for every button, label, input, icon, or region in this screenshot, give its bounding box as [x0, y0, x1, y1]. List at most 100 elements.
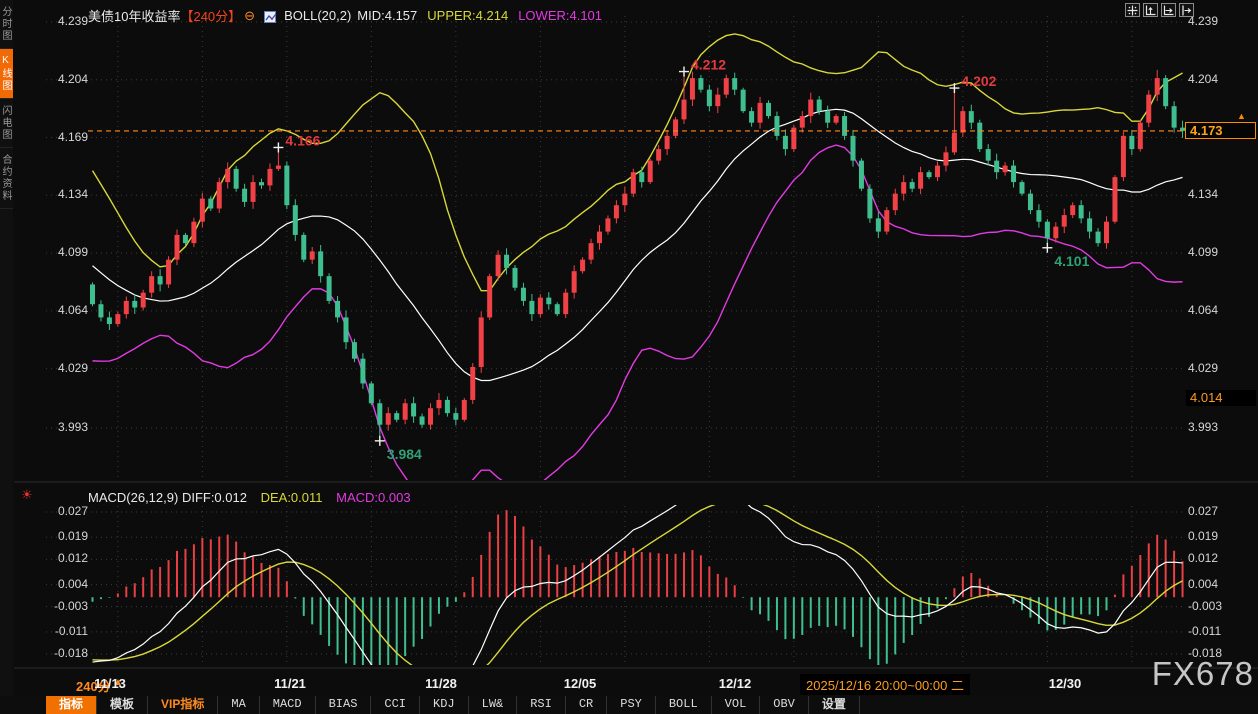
macd-dea-value: DEA:0.011 [261, 490, 323, 505]
sidebar-tab-2[interactable]: K线图 [0, 49, 13, 99]
collapse-indicator-icon[interactable]: ⊖ [244, 8, 255, 23]
macd-axis-label: -0.011 [46, 624, 88, 638]
price-annotation: 3.984 [375, 436, 422, 462]
macd-axis-label: -0.011 [1188, 624, 1221, 638]
toolbar-item-LW&[interactable]: LW& [469, 696, 518, 714]
candle-body [276, 166, 281, 169]
sidebar-tab-1[interactable]: 分时图 [0, 0, 13, 49]
toolbar-item-MA[interactable]: MA [218, 696, 259, 714]
macd-axis-label: -0.003 [1188, 599, 1222, 613]
candle-body [1036, 210, 1041, 222]
macd-axis-label: 0.019 [1188, 529, 1218, 543]
symbol-title: 美债10年收益率 [88, 9, 180, 24]
indicator-marker-icon[interactable]: ☀ [21, 487, 33, 503]
toolbar-item-BOLL[interactable]: BOLL [656, 696, 712, 714]
main-chart-header: 美债10年收益率【240分】⊖BOLL(20,2)MID:4.157UPPER:… [88, 6, 602, 25]
candle-body [310, 251, 315, 259]
sidebar-tab-4[interactable]: 合约资料 [0, 148, 13, 209]
boll-mid-value: MID:4.157 [357, 8, 417, 23]
chart-application-window: 4.1664.2124.2023.9844.101 分时图K线图闪电图合约资料 … [0, 0, 1258, 714]
candle-body [614, 205, 619, 218]
candle-body [648, 161, 653, 182]
candle-body [1053, 227, 1058, 239]
candle-body [817, 100, 822, 112]
candle-body [344, 317, 349, 342]
candle-body [1155, 78, 1160, 95]
candle-body [360, 359, 365, 384]
candle-body [622, 194, 627, 206]
candle-body [479, 317, 484, 367]
scale-vertical-icon[interactable] [1143, 3, 1158, 17]
chart-canvas[interactable]: 4.166 4.212 4.202 3.984 4.101 [0, 0, 1258, 714]
candle-body [453, 413, 458, 420]
macd-axis-label: 0.004 [46, 577, 88, 591]
pan-right-icon[interactable] [1179, 3, 1194, 17]
toolbar-item-RSI[interactable]: RSI [517, 696, 566, 714]
candle-body [774, 116, 779, 136]
toolbar-item-BIAS[interactable]: BIAS [316, 696, 372, 714]
candle-body [462, 400, 467, 420]
price-annotation: 4.166 [273, 132, 320, 152]
candle-body [1028, 194, 1033, 211]
toolbar-item-VIP指标[interactable]: VIP指标 [148, 696, 218, 714]
candle-body [369, 383, 374, 403]
candle-body [766, 103, 771, 116]
candle-body [682, 100, 687, 120]
candle-body [715, 95, 720, 107]
main-axis-label: 4.029 [1188, 361, 1218, 375]
candle-body [90, 284, 95, 304]
date-label: 11/28 [425, 676, 457, 691]
candle-body [259, 182, 264, 185]
main-axis-label: 3.993 [46, 420, 88, 434]
candle-body [98, 304, 103, 317]
candle-body [267, 169, 272, 186]
main-axis-label: 4.064 [1188, 303, 1218, 317]
toolbar-item-模板[interactable]: 模板 [97, 696, 148, 714]
toolbar-item-KDJ[interactable]: KDJ [420, 696, 469, 714]
toolbar-item-OBV[interactable]: OBV [760, 696, 809, 714]
candle-body [496, 255, 501, 276]
date-label: 12/05 [564, 676, 597, 691]
main-axis-label: 4.204 [1188, 72, 1218, 86]
main-axis-label: 4.029 [46, 361, 88, 375]
toolbar-item-PSY[interactable]: PSY [607, 696, 656, 714]
macd-diff-value: DIFF:0.012 [182, 490, 247, 505]
toolbar-item-CR[interactable]: CR [566, 696, 607, 714]
price-annotation: 4.202 [949, 73, 996, 93]
candle-body [377, 403, 382, 424]
candle-body [1087, 218, 1092, 231]
current-price-tag: 4.173 [1185, 122, 1256, 139]
candle-body [918, 172, 923, 189]
candle-body [631, 172, 636, 193]
svg-text:4.101: 4.101 [1054, 253, 1089, 269]
sidebar-tab-3[interactable]: 闪电图 [0, 99, 13, 148]
indicator-chart-icon[interactable] [264, 11, 276, 23]
toolbar-item-指标[interactable]: 指标 [46, 696, 97, 714]
toolbar-item-VOL[interactable]: VOL [712, 696, 761, 714]
toolbar-item-MACD[interactable]: MACD [260, 696, 316, 714]
candle-body [994, 161, 999, 173]
toolbar-item-设置[interactable]: 设置 [809, 696, 860, 714]
candle-body [327, 276, 332, 301]
candle-body [191, 222, 196, 243]
price-annotation: 4.212 [679, 57, 726, 77]
candle-body [445, 400, 450, 413]
candle-body [335, 301, 340, 318]
main-axis-label: 3.993 [1188, 420, 1218, 434]
scale-horizontal-icon[interactable] [1161, 3, 1176, 17]
boll-mid-line [93, 109, 1183, 380]
candle-body [876, 218, 881, 231]
candle-body [386, 413, 391, 425]
main-axis-label: 4.064 [46, 303, 88, 317]
crosshair-icon[interactable] [1125, 3, 1140, 17]
macd-grid [46, 506, 1184, 664]
toolbar-item-CCI[interactable]: CCI [371, 696, 420, 714]
macd-axis-label: 0.027 [1188, 504, 1218, 518]
candle-body [952, 133, 957, 153]
candle-body [842, 116, 847, 136]
candle-body [1172, 106, 1177, 127]
candle-body [149, 276, 154, 293]
candle-body [901, 182, 906, 194]
candle-body [183, 235, 188, 243]
candle-body [1104, 222, 1109, 243]
